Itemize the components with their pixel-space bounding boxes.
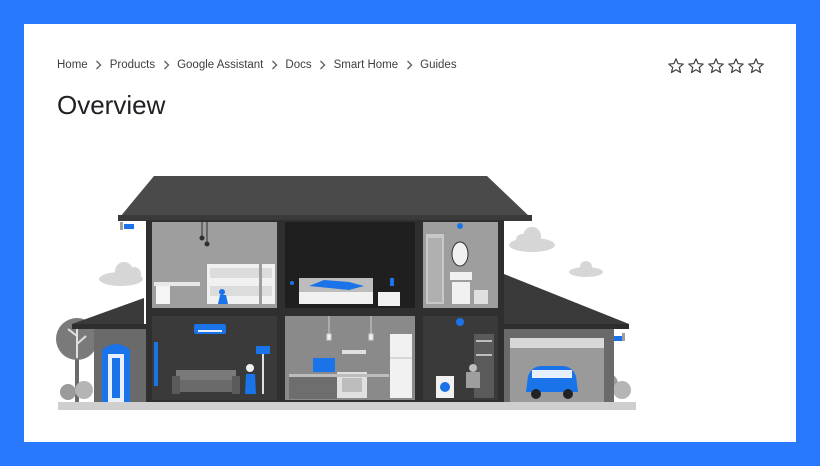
washing-machine-icon xyxy=(436,376,454,398)
range-hood-icon xyxy=(342,350,366,354)
bed-icon xyxy=(299,278,373,304)
content-card: Home Products Google Assistant Docs Smar… xyxy=(24,24,796,442)
shower-icon xyxy=(426,234,444,304)
ceiling-light-icon xyxy=(456,318,464,326)
cloud-icon xyxy=(99,262,143,286)
cloud-icon xyxy=(569,261,603,277)
sofa-icon xyxy=(172,370,240,394)
security-camera-icon xyxy=(120,222,134,230)
sensor-icon xyxy=(290,281,294,285)
shelf-icon xyxy=(474,334,494,398)
ceiling-light-icon xyxy=(457,223,463,229)
air-conditioner-icon xyxy=(194,324,226,334)
front-door-icon xyxy=(102,344,130,402)
tv-icon xyxy=(313,358,335,372)
security-camera-icon xyxy=(614,333,625,341)
smart-home-house-illustration xyxy=(56,176,636,410)
window-icon xyxy=(154,342,158,386)
cloud-icon xyxy=(509,227,555,252)
refrigerator-icon xyxy=(390,334,412,398)
mirror-icon xyxy=(451,241,469,267)
bunk-bed-icon xyxy=(207,264,275,304)
